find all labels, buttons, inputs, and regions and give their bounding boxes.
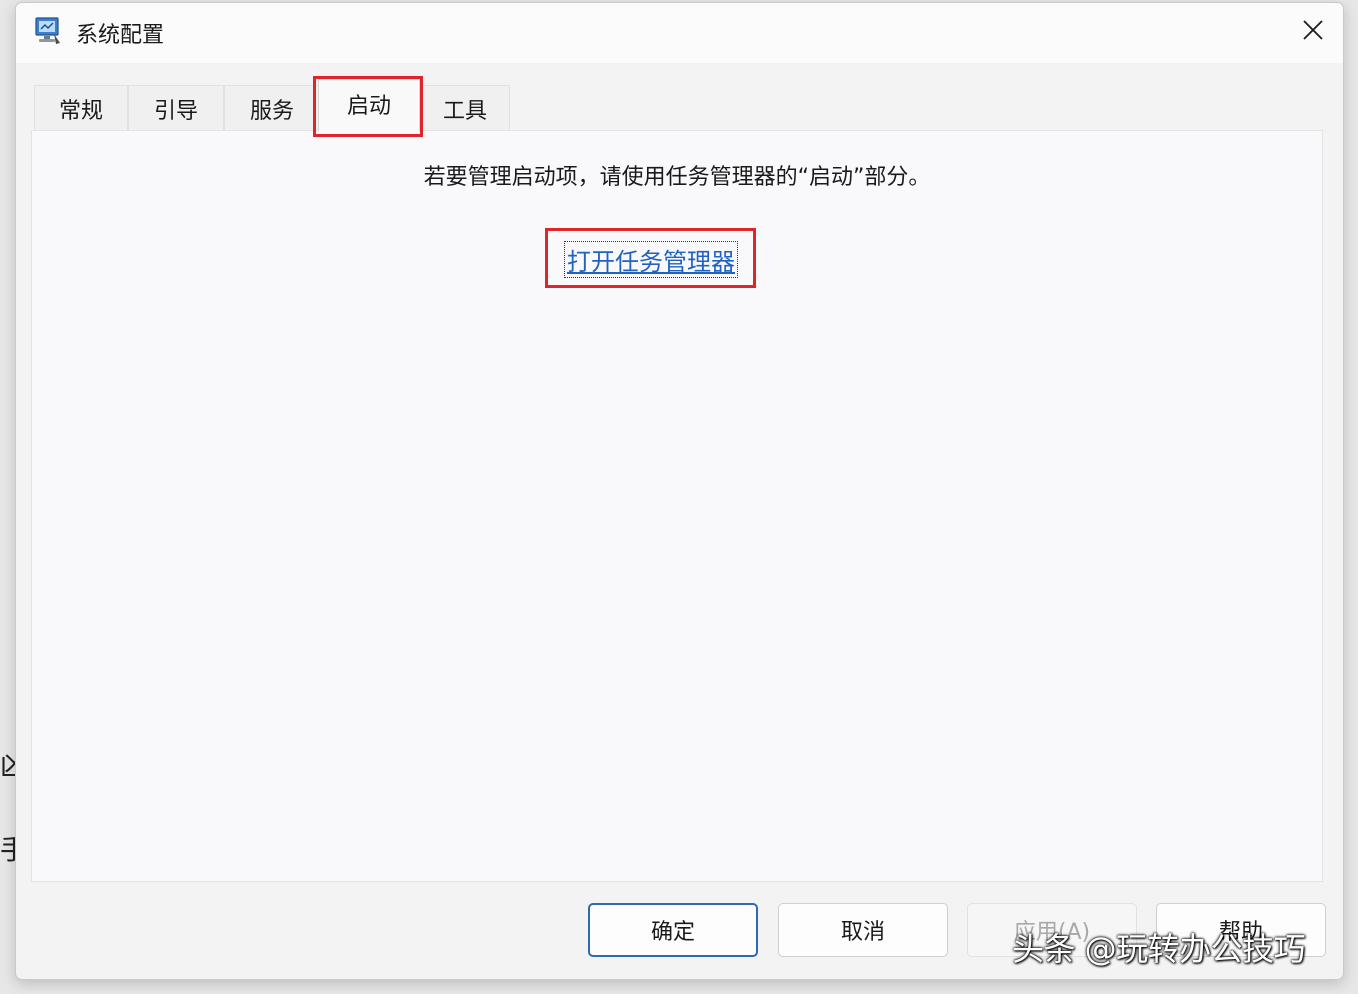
close-icon: [1302, 19, 1324, 45]
close-button[interactable]: [1283, 3, 1343, 61]
title-bar[interactable]: 系统配置: [16, 3, 1343, 63]
ok-button[interactable]: 确定: [588, 903, 758, 957]
tab-startup[interactable]: 启动: [318, 79, 420, 131]
tab-general[interactable]: 常规: [34, 85, 128, 131]
startup-info-message: 若要管理启动项，请使用任务管理器的“启动”部分。: [423, 165, 931, 190]
cancel-button[interactable]: 取消: [778, 903, 948, 957]
tab-services[interactable]: 服务: [224, 85, 320, 131]
tab-tools[interactable]: 工具: [420, 85, 510, 131]
system-configuration-dialog: 系统配置 常规 引导 服务 启动 工具 若要管理启动项，请使用任务管理器的“启动…: [15, 2, 1344, 980]
tab-boot[interactable]: 引导: [128, 85, 224, 131]
watermark-text: 头条 @玩转办公技巧: [1012, 930, 1306, 968]
msconfig-app-icon: [34, 17, 62, 47]
window-title: 系统配置: [76, 23, 165, 48]
open-task-manager-link[interactable]: 打开任务管理器: [564, 241, 738, 278]
startup-tab-panel: 若要管理启动项，请使用任务管理器的“启动”部分。 打开任务管理器: [31, 130, 1323, 882]
